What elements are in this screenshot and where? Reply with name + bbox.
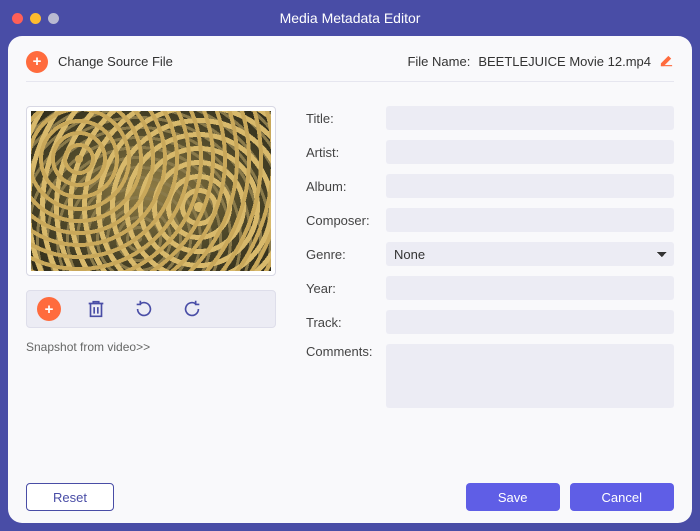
artwork-thumbnail-frame <box>26 106 276 276</box>
rotate-right-icon <box>181 298 203 320</box>
year-input[interactable] <box>386 276 674 300</box>
composer-label: Composer: <box>306 213 386 228</box>
title-label: Title: <box>306 111 386 126</box>
delete-artwork-button[interactable] <box>83 296 109 322</box>
year-label: Year: <box>306 281 386 296</box>
save-button[interactable]: Save <box>466 483 560 511</box>
filename-display: File Name: BEETLEJUICE Movie 12.mp4 <box>407 53 674 71</box>
artwork-thumbnail[interactable] <box>31 111 271 271</box>
titlebar: Media Metadata Editor <box>0 0 700 36</box>
edit-filename-button[interactable] <box>659 53 674 71</box>
filename-value: BEETLEJUICE Movie 12.mp4 <box>478 54 651 69</box>
artwork-toolbar: + <box>26 290 276 328</box>
change-source-file-button[interactable]: + Change Source File <box>26 51 173 73</box>
plus-icon: + <box>26 51 48 73</box>
change-source-file-label: Change Source File <box>58 54 173 69</box>
reset-button[interactable]: Reset <box>26 483 114 511</box>
filename-label: File Name: <box>407 54 470 69</box>
genre-label: Genre: <box>306 247 386 262</box>
pencil-icon <box>659 53 674 68</box>
album-input[interactable] <box>386 174 674 198</box>
window-controls <box>12 13 59 24</box>
rotate-left-button[interactable] <box>131 296 157 322</box>
snapshot-from-video-link[interactable]: Snapshot from video>> <box>26 340 276 354</box>
maximize-window-button[interactable] <box>48 13 59 24</box>
body: + <box>26 82 674 475</box>
close-window-button[interactable] <box>12 13 23 24</box>
app-title: Media Metadata Editor <box>0 10 700 26</box>
comments-textarea[interactable] <box>386 344 674 408</box>
cancel-button[interactable]: Cancel <box>570 483 674 511</box>
rotate-left-icon <box>133 298 155 320</box>
album-label: Album: <box>306 179 386 194</box>
minimize-window-button[interactable] <box>30 13 41 24</box>
main-card: + Change Source File File Name: BEETLEJU… <box>8 36 692 523</box>
genre-select[interactable]: None <box>386 242 674 266</box>
rotate-right-button[interactable] <box>179 296 205 322</box>
footer: Reset Save Cancel <box>26 475 674 511</box>
composer-input[interactable] <box>386 208 674 232</box>
track-label: Track: <box>306 315 386 330</box>
artist-label: Artist: <box>306 145 386 160</box>
title-input[interactable] <box>386 106 674 130</box>
topbar: + Change Source File File Name: BEETLEJU… <box>26 48 674 82</box>
trash-icon <box>85 298 107 320</box>
artwork-panel: + <box>26 106 276 475</box>
metadata-form: Title: Artist: Album: Composer: Genre: N… <box>306 106 674 475</box>
add-artwork-button[interactable]: + <box>37 297 61 321</box>
track-input[interactable] <box>386 310 674 334</box>
comments-label: Comments: <box>306 344 386 359</box>
artist-input[interactable] <box>386 140 674 164</box>
